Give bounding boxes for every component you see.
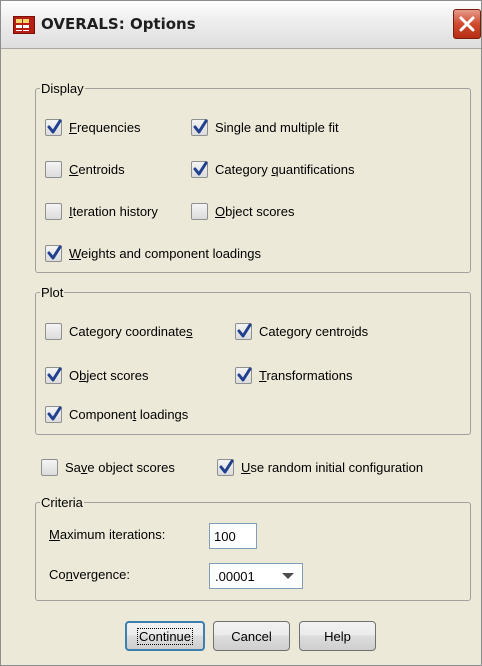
category-coordinates-checkbox[interactable]: Category coordinates xyxy=(45,323,193,340)
checkmark-icon xyxy=(47,367,62,382)
iteration-history-check-box[interactable] xyxy=(45,203,62,220)
single-multiple-fit-checkbox[interactable]: Single and multiple fit xyxy=(191,119,339,136)
plot-legend: Plot xyxy=(41,285,64,300)
frequencies-check-box[interactable] xyxy=(45,119,62,136)
component-loadings-check-box[interactable] xyxy=(45,406,62,423)
checkmark-icon xyxy=(193,119,208,134)
max-iterations-label: Maximum iterations: xyxy=(49,527,166,542)
use-random-config-label: Use random initial configuration xyxy=(241,460,424,475)
category-quantifications-label: Category quantifications xyxy=(215,162,355,177)
save-object-scores-check-box[interactable] xyxy=(41,459,58,476)
save-object-scores-label: Save object scores xyxy=(65,460,175,475)
iteration-history-label: Iteration history xyxy=(69,204,158,219)
weights-loadings-label: Weights and component loadings xyxy=(69,246,262,261)
checkmark-icon xyxy=(193,161,208,176)
frequencies-checkbox[interactable]: Frequencies xyxy=(45,119,141,136)
checkmark-icon xyxy=(47,406,62,421)
category-coordinates-label: Category coordinates xyxy=(69,324,193,339)
use-random-config-check-box[interactable] xyxy=(217,459,234,476)
spss-table-icon xyxy=(13,16,35,34)
transformations-check-box[interactable] xyxy=(235,367,252,384)
help-label: Help xyxy=(324,628,351,644)
cancel-label: Cancel xyxy=(231,628,272,644)
weights-loadings-checkbox[interactable]: Weights and component loadings xyxy=(45,245,261,262)
display-object-scores-label: Object scores xyxy=(215,204,295,219)
continue-button[interactable]: Continue xyxy=(125,621,205,651)
close-button[interactable] xyxy=(453,9,481,39)
transformations-checkbox[interactable]: Transformations xyxy=(235,367,352,384)
convergence-label: Convergence: xyxy=(49,567,130,582)
dropdown-arrow-icon[interactable] xyxy=(282,573,294,579)
centroids-label: Centroids xyxy=(69,162,125,177)
checkmark-icon xyxy=(237,323,252,338)
checkmark-icon xyxy=(47,119,62,134)
category-centroids-label: Category centroids xyxy=(259,324,369,339)
dialog-title: OVERALS: Options xyxy=(41,15,196,33)
convergence-select[interactable]: .00001 xyxy=(209,563,303,589)
category-quantifications-check-box[interactable] xyxy=(191,161,208,178)
max-iterations-input[interactable] xyxy=(209,523,257,549)
category-centroids-check-box[interactable] xyxy=(235,323,252,340)
single-multiple-fit-check-box[interactable] xyxy=(191,119,208,136)
category-centroids-checkbox[interactable]: Category centroids xyxy=(235,323,368,340)
iteration-history-checkbox[interactable]: Iteration history xyxy=(45,203,158,220)
criteria-legend: Criteria xyxy=(41,495,83,510)
category-quantifications-checkbox[interactable]: Category quantifications xyxy=(191,161,355,178)
single-multiple-fit-label: Single and multiple fit xyxy=(215,120,339,135)
checkmark-icon xyxy=(219,459,234,474)
continue-label: Continue xyxy=(136,627,194,645)
transformations-label: Transformations xyxy=(259,368,353,383)
category-coordinates-check-box[interactable] xyxy=(45,323,62,340)
checkmark-icon xyxy=(237,367,252,382)
display-object-scores-checkbox[interactable]: Object scores xyxy=(191,203,295,220)
plot-object-scores-check-box[interactable] xyxy=(45,367,62,384)
title-bar[interactable]: OVERALS: Options xyxy=(1,1,481,49)
plot-object-scores-checkbox[interactable]: Object scores xyxy=(45,367,149,384)
centroids-check-box[interactable] xyxy=(45,161,62,178)
frequencies-label: Frequencies xyxy=(69,120,141,135)
close-icon xyxy=(459,16,475,32)
use-random-config-checkbox[interactable]: Use random initial configuration xyxy=(217,459,423,476)
display-legend: Display xyxy=(41,81,84,96)
save-object-scores-checkbox[interactable]: Save object scores xyxy=(41,459,175,476)
plot-object-scores-label: Object scores xyxy=(69,368,149,383)
checkmark-icon xyxy=(47,245,62,260)
component-loadings-label: Component loadings xyxy=(69,407,189,422)
display-object-scores-check-box[interactable] xyxy=(191,203,208,220)
options-dialog: OVERALS: Options Display Frequencies Sin… xyxy=(0,0,482,666)
help-button[interactable]: Help xyxy=(299,621,376,651)
component-loadings-checkbox[interactable]: Component loadings xyxy=(45,406,188,423)
weights-loadings-check-box[interactable] xyxy=(45,245,62,262)
convergence-value: .00001 xyxy=(215,568,255,584)
cancel-button[interactable]: Cancel xyxy=(213,621,290,651)
centroids-checkbox[interactable]: Centroids xyxy=(45,161,125,178)
